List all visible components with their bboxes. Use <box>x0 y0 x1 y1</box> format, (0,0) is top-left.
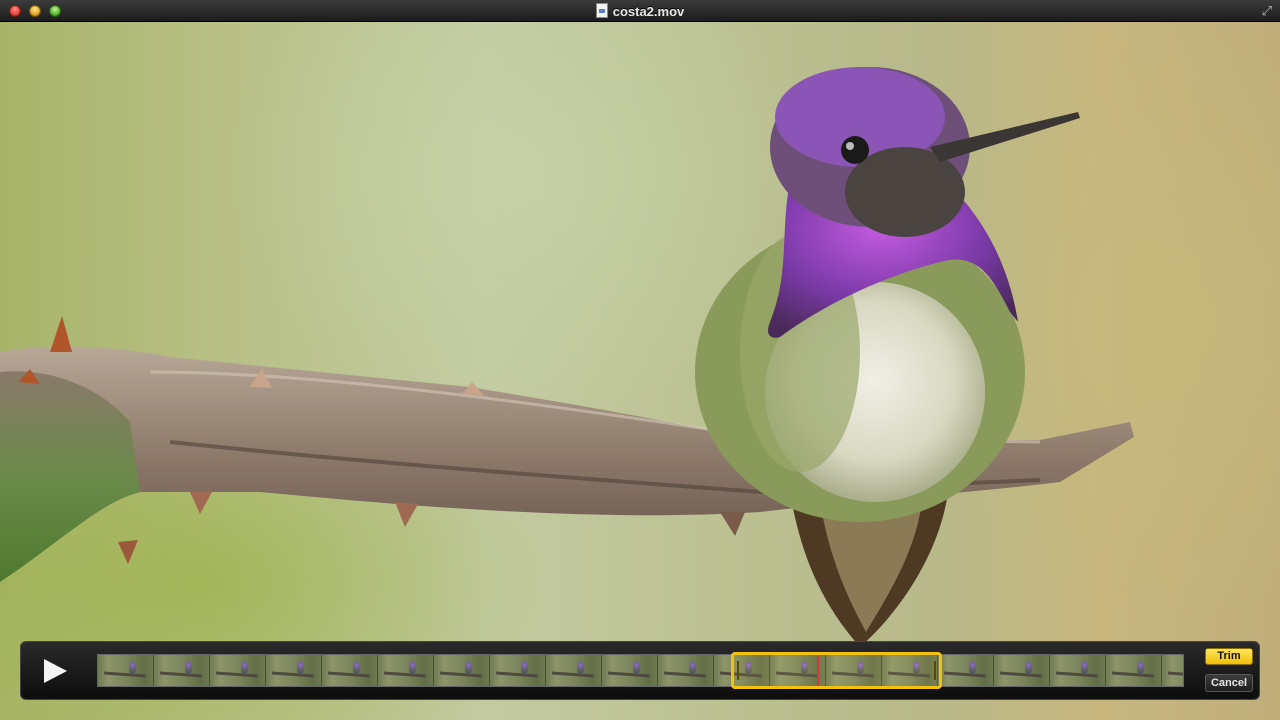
video-frame[interactable]: Trim Cancel <box>0 22 1280 720</box>
trim-selection[interactable] <box>731 652 942 689</box>
play-icon <box>44 659 67 683</box>
filmstrip-frame <box>1106 655 1162 686</box>
filmstrip-frame <box>322 655 378 686</box>
play-button[interactable] <box>41 657 69 685</box>
filmstrip[interactable] <box>97 654 1184 687</box>
filmstrip-frame <box>658 655 714 686</box>
trim-button[interactable]: Trim <box>1205 648 1253 665</box>
filmstrip-frame <box>154 655 210 686</box>
title-bar: costa2.mov ⤢ <box>0 0 1280 22</box>
trim-controller: Trim Cancel <box>20 641 1260 700</box>
filmstrip-frame <box>266 655 322 686</box>
cancel-button[interactable]: Cancel <box>1205 674 1253 692</box>
window-title-container: costa2.mov <box>0 3 1280 19</box>
filmstrip-frame <box>378 655 434 686</box>
filmstrip-frame <box>1050 655 1106 686</box>
filmstrip-frame <box>602 655 658 686</box>
filmstrip-frame <box>98 655 154 686</box>
filmstrip-frame <box>490 655 546 686</box>
filmstrip-frame <box>994 655 1050 686</box>
filmstrip-frame <box>938 655 994 686</box>
playhead[interactable] <box>817 656 819 686</box>
video-image <box>0 67 1134 647</box>
filmstrip-frame <box>546 655 602 686</box>
document-icon <box>595 3 608 18</box>
filmstrip-frame <box>210 655 266 686</box>
trim-end-handle[interactable] <box>934 661 936 680</box>
fullscreen-icon[interactable]: ⤢ <box>1262 4 1272 17</box>
filmstrip-frame <box>1162 655 1183 686</box>
trim-start-handle[interactable] <box>737 661 739 680</box>
filmstrip-frame <box>434 655 490 686</box>
window-title: costa2.mov <box>612 4 685 19</box>
